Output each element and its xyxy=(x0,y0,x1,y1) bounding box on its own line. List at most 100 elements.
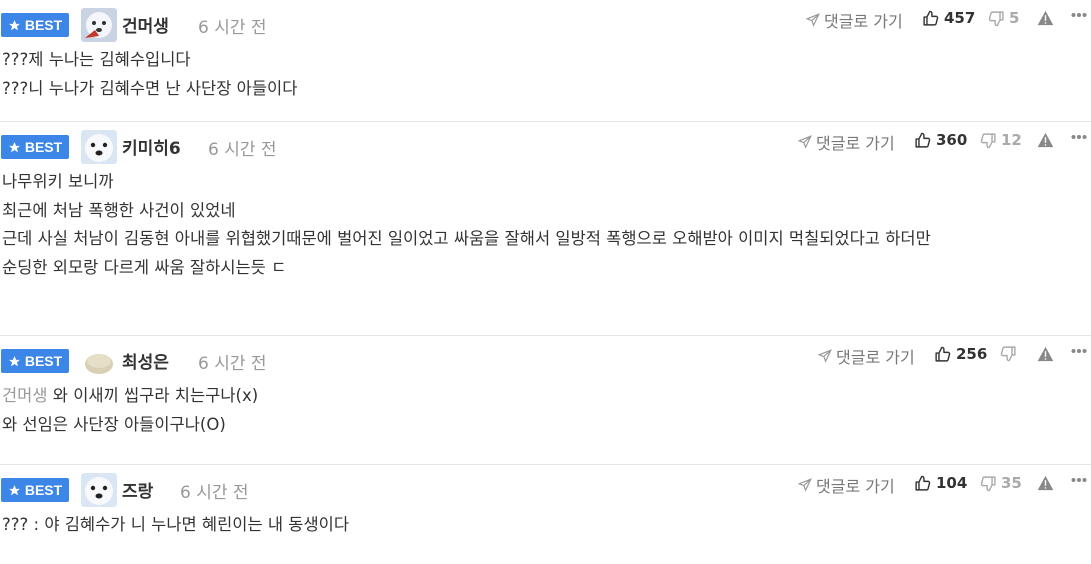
comment-item: BEST 즈랑 6 시간 전 댓글로 가기 104 35 ???: 야 김혜수… xyxy=(0,465,1091,564)
thumbs-up-icon xyxy=(935,346,951,362)
comment-line: 건머생 와 이새끼 씹구라 치는구나(x) xyxy=(2,382,1091,411)
author-name[interactable]: 키미히6 xyxy=(122,134,181,159)
thumbs-up-icon xyxy=(915,132,931,148)
dislike-button[interactable]: 35 xyxy=(980,474,1022,492)
warning-triangle-icon xyxy=(1037,132,1054,148)
like-button[interactable]: 104 xyxy=(914,474,967,492)
dislike-count: 35 xyxy=(1001,474,1022,492)
go-to-reply-link[interactable]: 댓글로 가기 xyxy=(818,344,915,368)
best-badge: BEST xyxy=(1,13,69,37)
star-icon xyxy=(8,141,20,152)
report-button[interactable] xyxy=(1037,10,1054,26)
go-to-reply-label: 댓글로 가기 xyxy=(816,477,895,496)
more-dots-icon xyxy=(1071,13,1087,17)
thumbs-down-icon xyxy=(980,475,996,491)
post-time: 6 시간 전 xyxy=(208,140,277,160)
comment-line: 와 선임은 사단장 아들이구나(O) xyxy=(2,414,226,434)
comment-line: 나무위키 보니까 xyxy=(2,172,114,191)
comment-header: BEST 즈랑 6 시간 전 댓글로 가기 104 35 xyxy=(0,465,1091,507)
report-button[interactable] xyxy=(1037,132,1054,148)
comment-item: BEST 건머생 6 시간 전 댓글로 가기 457 5 ???제 누나는 김혜… xyxy=(0,0,1091,122)
avatar-image xyxy=(81,130,117,164)
post-time: 6 시간 전 xyxy=(180,483,249,503)
more-options-button[interactable] xyxy=(1071,348,1087,354)
comment-text: 와 이새끼 씹구라 치는구나(x) xyxy=(52,386,259,405)
dislike-button[interactable]: 5 xyxy=(988,9,1019,27)
comment-body: ??? : 야 김혜수가 니 누나면 혜린이는 내 동생이다 xyxy=(0,503,1091,540)
dislike-button[interactable] xyxy=(1000,345,1021,362)
avatar[interactable] xyxy=(81,473,117,507)
author-name[interactable]: 즈랑 xyxy=(122,477,153,502)
best-badge-label: BEST xyxy=(24,482,63,498)
avatar[interactable] xyxy=(81,130,117,164)
like-count: 256 xyxy=(956,345,988,363)
dislike-button[interactable]: 12 xyxy=(980,131,1022,149)
comment-header: BEST 건머생 6 시간 전 댓글로 가기 457 5 xyxy=(0,0,1091,42)
author-name[interactable]: 최성은 xyxy=(122,348,169,373)
comment-list: BEST 건머생 6 시간 전 댓글로 가기 457 5 ???제 누나는 김혜… xyxy=(0,0,1091,564)
like-count: 360 xyxy=(936,131,968,149)
report-button[interactable] xyxy=(1037,346,1054,362)
warning-triangle-icon xyxy=(1037,346,1054,362)
star-icon xyxy=(8,19,20,30)
avatar[interactable] xyxy=(81,344,117,378)
like-button[interactable]: 457 xyxy=(922,9,975,27)
post-time: 6 시간 전 xyxy=(198,18,267,38)
comment-item: BEST 최성은 6 시간 전 댓글로 가기 256 건머생 와 이새끼 씹구라… xyxy=(0,336,1091,465)
star-icon xyxy=(8,484,20,495)
thumbs-down-icon xyxy=(988,10,1004,26)
best-badge-label: BEST xyxy=(24,17,63,33)
comment-body: 건머생 와 이새끼 씹구라 치는구나(x) 와 선임은 사단장 아들이구나(O) xyxy=(0,374,1091,439)
thumbs-up-icon xyxy=(923,10,939,26)
more-options-button[interactable] xyxy=(1071,12,1087,18)
avatar-image xyxy=(81,344,117,378)
comment-header: BEST 키미히6 6 시간 전 댓글로 가기 360 12 xyxy=(0,122,1091,164)
like-button[interactable]: 360 xyxy=(914,131,967,149)
avatar-image xyxy=(81,8,117,42)
thumbs-down-icon xyxy=(1000,346,1016,362)
like-button[interactable]: 256 xyxy=(934,345,987,363)
paper-plane-icon xyxy=(806,13,820,27)
more-dots-icon xyxy=(1071,135,1087,139)
report-button[interactable] xyxy=(1037,475,1054,491)
like-count: 457 xyxy=(944,9,976,27)
more-options-button[interactable] xyxy=(1071,477,1087,483)
dislike-count: 5 xyxy=(1009,9,1020,27)
best-badge: BEST xyxy=(1,135,69,159)
comment-body: ???제 누나는 김혜수입니다 ???니 누나가 김혜수면 난 사단장 아들이다 xyxy=(0,38,1091,103)
author-name[interactable]: 건머생 xyxy=(122,12,169,37)
comment-line: 근데 사실 처남이 김동현 아내를 위협했기때문에 벌어진 일이었고 싸움을 잘… xyxy=(2,229,931,248)
dislike-count: 12 xyxy=(1001,131,1022,149)
comment-item: BEST 키미히6 6 시간 전 댓글로 가기 360 12 나무위키 보니까 … xyxy=(0,122,1091,336)
paper-plane-icon xyxy=(818,349,832,363)
best-badge-label: BEST xyxy=(24,353,63,369)
avatar-image xyxy=(81,473,117,507)
comment-line: ???제 누나는 김혜수입니다 xyxy=(2,50,191,69)
comment-line: 최근에 처남 폭행한 사건이 있었네 xyxy=(2,200,236,220)
go-to-reply-link[interactable]: 댓글로 가기 xyxy=(798,473,895,497)
comment-line: ???니 누나가 김혜수면 난 사단장 아들이다 xyxy=(2,78,298,98)
best-badge: BEST xyxy=(1,478,69,502)
paper-plane-icon xyxy=(798,478,812,492)
go-to-reply-label: 댓글로 가기 xyxy=(816,134,895,153)
like-count: 104 xyxy=(936,474,968,492)
more-dots-icon xyxy=(1071,349,1087,353)
warning-triangle-icon xyxy=(1037,10,1054,26)
go-to-reply-link[interactable]: 댓글로 가기 xyxy=(798,130,895,154)
best-badge: BEST xyxy=(1,349,69,373)
paper-plane-icon xyxy=(798,135,812,149)
comment-body: 나무위키 보니까 최근에 처남 폭행한 사건이 있었네 근데 사실 처남이 김동… xyxy=(0,160,1091,282)
mention-link[interactable]: 건머생 xyxy=(2,386,48,405)
warning-triangle-icon xyxy=(1037,475,1054,491)
thumbs-up-icon xyxy=(915,475,931,491)
comment-line: ??? : 야 김혜수가 니 누나면 혜린이는 내 동생이다 xyxy=(2,515,350,534)
avatar[interactable] xyxy=(81,8,117,42)
go-to-reply-link[interactable]: 댓글로 가기 xyxy=(806,8,903,32)
comment-line: 순딩한 외모랑 다르게 싸움 잘하시는듯 ㄷ xyxy=(2,257,287,277)
go-to-reply-label: 댓글로 가기 xyxy=(836,348,915,367)
star-icon xyxy=(8,355,20,366)
comment-header: BEST 최성은 6 시간 전 댓글로 가기 256 xyxy=(0,336,1091,378)
post-time: 6 시간 전 xyxy=(198,354,267,374)
more-options-button[interactable] xyxy=(1071,134,1087,140)
best-badge-label: BEST xyxy=(24,139,63,155)
